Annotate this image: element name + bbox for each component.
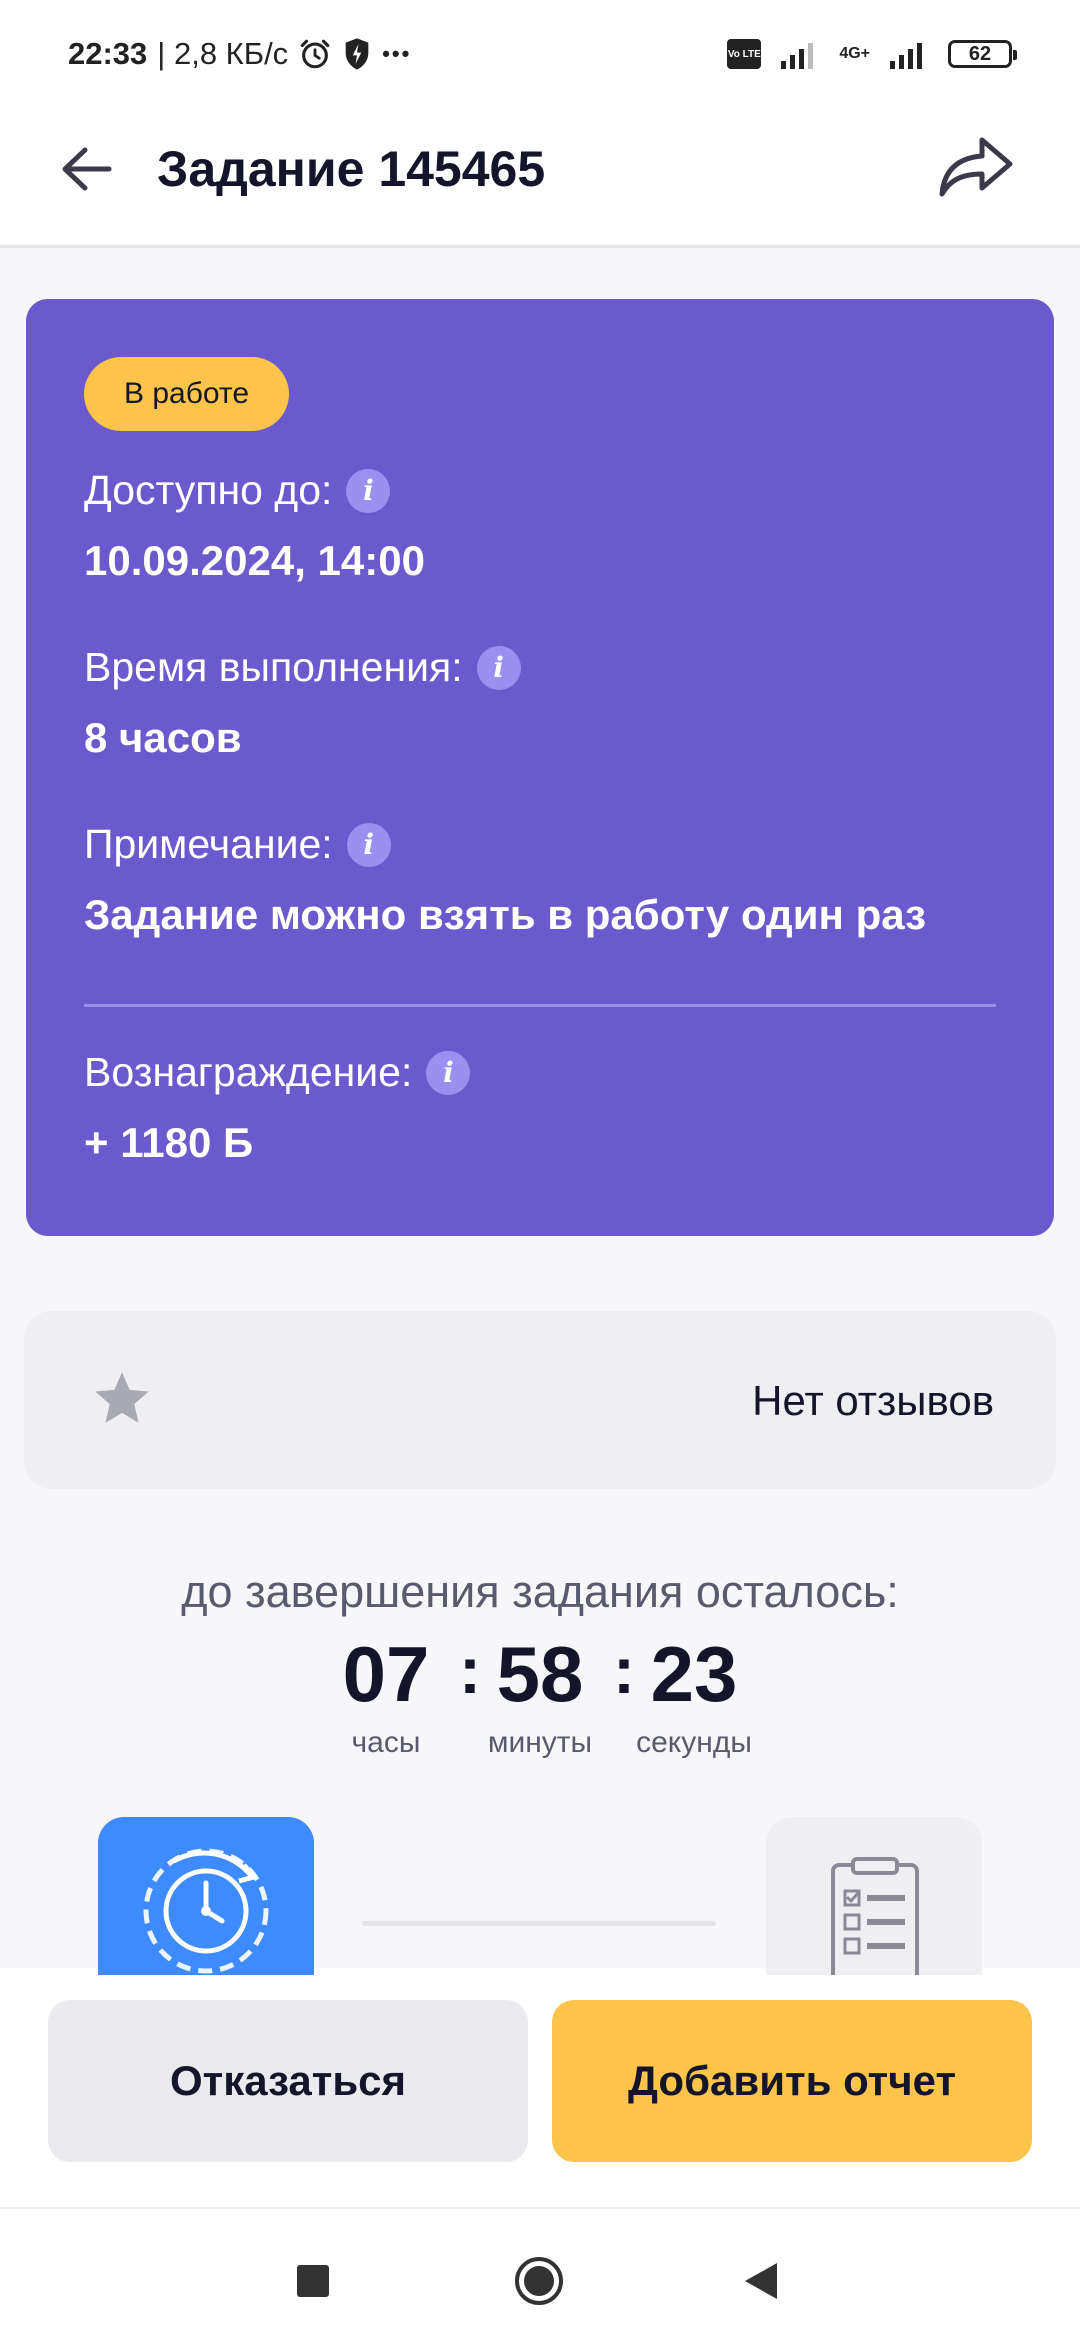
- action-bar: Отказаться Добавить отчет: [0, 1975, 1080, 2209]
- signal-icon: [779, 39, 821, 69]
- clock-refresh-icon: [143, 1848, 269, 1974]
- status-right: Vo LTE 4G+ 62: [727, 39, 1017, 69]
- alarm-icon: [298, 37, 332, 71]
- reward-label: Вознаграждение:: [84, 1049, 413, 1095]
- shield-icon: [342, 37, 372, 71]
- timer-minutes-value: 58: [496, 1630, 584, 1718]
- info-icon[interactable]: i: [346, 822, 391, 867]
- reviews-text: Нет отзывов: [752, 1377, 994, 1424]
- status-time: 22:33: [68, 36, 148, 71]
- circle-icon: [515, 2257, 563, 2305]
- step-in-progress: [98, 1817, 314, 1975]
- volte-badge: Vo LTE: [727, 39, 762, 69]
- step-report: [766, 1817, 982, 1975]
- timer-seconds: 23 секунды: [624, 1630, 764, 1760]
- card-divider: [84, 1004, 996, 1007]
- app-header: Задание 145465: [0, 108, 1080, 248]
- note-label-row: Примечание: i: [84, 821, 391, 868]
- countdown-timer: 07 часы : 58 минуты : 23 секунды: [0, 1630, 1080, 1760]
- report-checklist-icon: [831, 1857, 919, 1975]
- available-until-label-row: Доступно до: i: [84, 467, 391, 514]
- network-type: 4G+: [839, 45, 870, 62]
- available-until-label: Доступно до:: [84, 467, 333, 513]
- system-back-button[interactable]: [735, 2255, 787, 2307]
- add-report-button[interactable]: Добавить отчет: [552, 2000, 1032, 2162]
- duration-value: 8 часов: [84, 714, 242, 761]
- status-speed: | 2,8 КБ/с: [157, 36, 289, 71]
- reviews-card[interactable]: Нет отзывов: [24, 1311, 1056, 1489]
- info-icon[interactable]: i: [476, 645, 521, 690]
- duration-label-row: Время выполнения: i: [84, 644, 521, 691]
- back-button[interactable]: [55, 138, 117, 200]
- decline-button[interactable]: Отказаться: [48, 2000, 528, 2162]
- square-icon: [297, 2265, 329, 2297]
- timer-minutes: 58 минуты: [470, 1630, 610, 1760]
- task-steps: [0, 1800, 1080, 1975]
- info-icon[interactable]: i: [426, 1050, 471, 1095]
- share-icon: [939, 137, 1013, 197]
- note-value: Задание можно взять в работу один раз: [84, 891, 926, 938]
- note-label: Примечание:: [84, 821, 333, 867]
- battery-indicator: 62: [948, 40, 1017, 68]
- triangle-icon: [745, 2263, 777, 2299]
- page-title: Задание 145465: [157, 141, 546, 197]
- star-icon: [95, 1372, 149, 1423]
- timer-seconds-value: 23: [650, 1630, 738, 1718]
- timer-seconds-label: секунды: [636, 1726, 752, 1759]
- reward-value: + 1180 Б: [84, 1119, 254, 1166]
- volte-text: Vo LTE: [727, 48, 761, 60]
- timer-minutes-label: минуты: [487, 1726, 593, 1759]
- info-icon[interactable]: i: [346, 468, 391, 513]
- timer-caption: до завершения задания осталось:: [181, 1566, 899, 1617]
- status-left: 22:33 | 2,8 КБ/с •••: [68, 36, 411, 72]
- timer-hours: 07 часы: [316, 1630, 456, 1760]
- arrow-left-icon: [62, 147, 112, 191]
- available-until-value: 10.09.2024, 14:00: [84, 537, 425, 584]
- timer-separator: :: [613, 1633, 635, 1707]
- timer-hours-value: 07: [342, 1630, 430, 1718]
- share-button[interactable]: [938, 132, 1014, 202]
- status-badge: В работе: [84, 357, 290, 431]
- step-connector: [362, 1921, 716, 1926]
- recents-button[interactable]: [287, 2255, 339, 2307]
- signal-icon-2: [888, 39, 930, 69]
- status-more-dots: •••: [382, 41, 412, 66]
- timer-hours-label: часы: [351, 1726, 421, 1759]
- status-bar: 22:33 | 2,8 КБ/с ••• Vo LTE 4G+ 62: [0, 0, 1080, 108]
- system-nav-bar: [0, 2210, 1080, 2340]
- reward-label-row: Вознаграждение: i: [84, 1049, 471, 1096]
- task-card: В работе Доступно до: i 10.09.2024, 14:0…: [26, 299, 1054, 1236]
- duration-label: Время выполнения:: [84, 644, 463, 690]
- home-button[interactable]: [513, 2255, 565, 2307]
- battery-level: 62: [968, 42, 992, 65]
- timer-separator: :: [459, 1633, 481, 1707]
